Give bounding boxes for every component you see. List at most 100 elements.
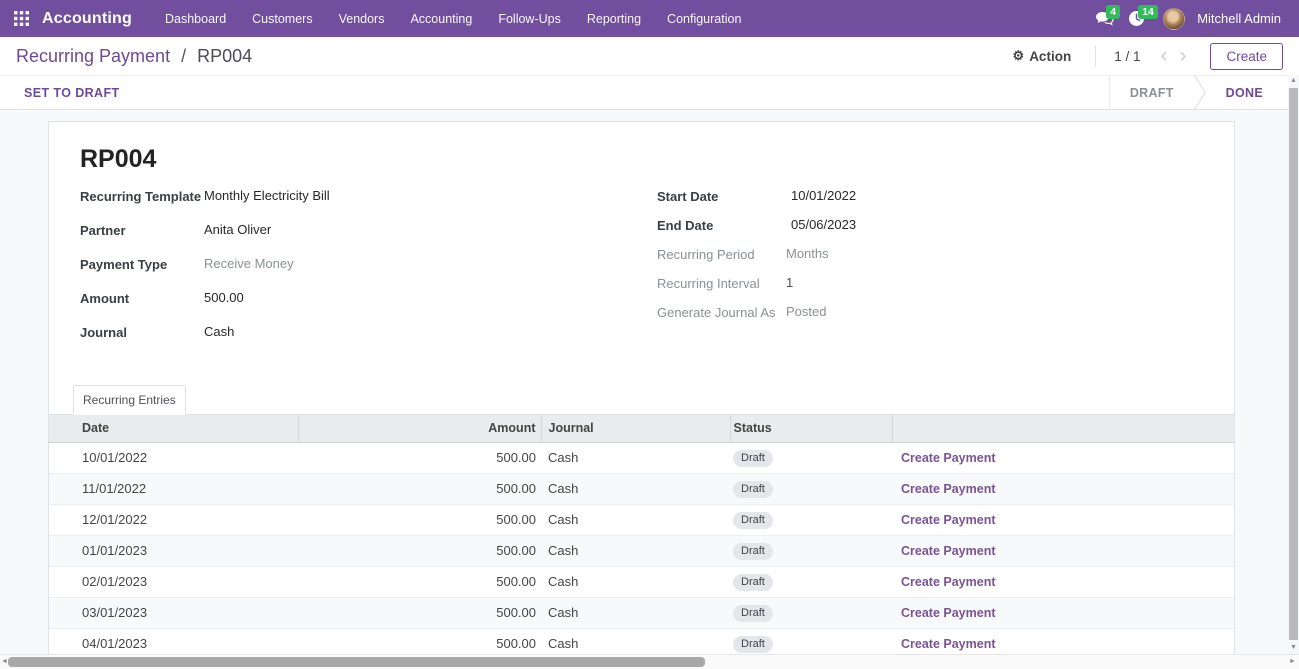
vertical-scrollbar-thumb[interactable] — [1289, 88, 1298, 640]
activities-button[interactable]: 14 — [1125, 8, 1147, 30]
field-value[interactable]: 500.00 — [204, 290, 244, 305]
create-payment-link[interactable]: Create Payment — [901, 606, 996, 620]
scroll-down-icon[interactable]: ▼ — [1288, 642, 1299, 654]
cell-date[interactable]: 02/01/2023 — [49, 566, 298, 597]
field-value[interactable]: Cash — [204, 324, 234, 339]
pager-previous-icon[interactable]: ‹ — [1154, 47, 1173, 65]
cell-amount[interactable]: 500.00 — [298, 535, 541, 566]
app-name[interactable]: Accounting — [42, 10, 132, 28]
user-avatar[interactable] — [1163, 8, 1185, 30]
cell-amount[interactable]: 500.00 — [298, 566, 541, 597]
create-payment-link[interactable]: Create Payment — [901, 637, 996, 651]
cell-amount[interactable]: 500.00 — [298, 504, 541, 535]
column-header-action — [892, 415, 1234, 442]
cell-amount[interactable]: 500.00 — [298, 473, 541, 504]
field-label: Partner — [80, 222, 204, 238]
navbar-right: 4 14 Mitchell Admin — [1093, 8, 1289, 30]
create-payment-link[interactable]: Create Payment — [901, 544, 996, 558]
create-payment-link[interactable]: Create Payment — [901, 513, 996, 527]
field-label: Payment Type — [80, 256, 204, 272]
field-payment-type: Payment Type Receive Money — [80, 256, 657, 276]
table-row[interactable]: 10/01/2022 500.00 Cash Draft Create Paym… — [49, 442, 1234, 473]
horizontal-scrollbar-thumb[interactable] — [8, 657, 705, 667]
pager-next-icon[interactable]: › — [1173, 47, 1192, 65]
cell-date[interactable]: 10/01/2022 — [49, 442, 298, 473]
apps-grid-icon[interactable] — [14, 11, 29, 26]
field-group-left: Recurring Template Monthly Electricity B… — [80, 188, 657, 358]
cell-amount[interactable]: 500.00 — [298, 597, 541, 628]
create-button[interactable]: Create — [1210, 43, 1283, 70]
messages-count-badge: 4 — [1106, 5, 1120, 19]
table-row[interactable]: 11/01/2022 500.00 Cash Draft Create Paym… — [49, 473, 1234, 504]
breadcrumb-current: RP004 — [197, 46, 252, 66]
field-recurring-interval: Recurring Interval 1 — [657, 275, 1203, 295]
field-value[interactable]: Posted — [786, 304, 826, 319]
cell-date[interactable]: 11/01/2022 — [49, 473, 298, 504]
menu-accounting[interactable]: Accounting — [397, 0, 485, 37]
user-menu[interactable]: Mitchell Admin — [1197, 11, 1281, 26]
tab-recurring-entries[interactable]: Recurring Entries — [73, 385, 186, 415]
horizontal-scrollbar[interactable]: ◄ ► — [0, 654, 1299, 669]
column-header-status[interactable]: Status — [730, 415, 892, 442]
action-label: Action — [1029, 49, 1071, 64]
cell-journal[interactable]: Cash — [541, 597, 730, 628]
notebook: Recurring Entries Date Amount Journal St… — [49, 385, 1234, 669]
state-draft[interactable]: DRAFT — [1110, 76, 1194, 109]
state-chevron-icon — [1194, 76, 1206, 109]
vertical-scrollbar[interactable]: ▲ ▼ — [1288, 75, 1299, 654]
field-label: Recurring Period — [657, 246, 786, 262]
field-label: Recurring Template — [80, 188, 204, 204]
cell-journal[interactable]: Cash — [541, 504, 730, 535]
menu-follow-ups[interactable]: Follow-Ups — [485, 0, 574, 37]
menu-reporting[interactable]: Reporting — [574, 0, 654, 37]
scroll-up-icon[interactable]: ▲ — [1288, 75, 1299, 87]
cell-journal[interactable]: Cash — [541, 473, 730, 504]
scroll-right-icon[interactable]: ► — [1289, 655, 1297, 669]
cell-journal[interactable]: Cash — [541, 566, 730, 597]
control-panel: Recurring Payment / RP004 ⚙ Action 1 / 1… — [0, 37, 1299, 76]
table-row[interactable]: 02/01/2023 500.00 Cash Draft Create Paym… — [49, 566, 1234, 597]
create-payment-link[interactable]: Create Payment — [901, 451, 996, 465]
menu-dashboard[interactable]: Dashboard — [152, 0, 239, 37]
set-to-draft-button[interactable]: SET TO DRAFT — [0, 76, 124, 109]
field-value[interactable]: Months — [786, 246, 829, 261]
cell-date[interactable]: 03/01/2023 — [49, 597, 298, 628]
state-done[interactable]: DONE — [1206, 76, 1283, 109]
menu-customers[interactable]: Customers — [239, 0, 325, 37]
cell-journal[interactable]: Cash — [541, 442, 730, 473]
table-row[interactable]: 12/01/2022 500.00 Cash Draft Create Paym… — [49, 504, 1234, 535]
field-amount: Amount 500.00 — [80, 290, 657, 310]
create-payment-link[interactable]: Create Payment — [901, 482, 996, 496]
column-header-amount[interactable]: Amount — [298, 415, 541, 442]
field-value[interactable]: Monthly Electricity Bill — [204, 188, 330, 203]
table-row[interactable]: 03/01/2023 500.00 Cash Draft Create Paym… — [49, 597, 1234, 628]
column-header-date[interactable]: Date — [49, 415, 298, 442]
create-payment-link[interactable]: Create Payment — [901, 575, 996, 589]
field-label: Generate Journal As — [657, 304, 786, 320]
breadcrumb-separator: / — [181, 46, 186, 66]
notebook-tabs: Recurring Entries — [49, 385, 1234, 415]
status-badge: Draft — [733, 450, 773, 467]
status-badge: Draft — [733, 481, 773, 498]
cell-amount[interactable]: 500.00 — [298, 442, 541, 473]
field-groups: Recurring Template Monthly Electricity B… — [80, 188, 1203, 358]
field-value[interactable]: 1 — [786, 275, 793, 290]
field-value[interactable]: 05/06/2023 — [786, 217, 856, 232]
field-value[interactable]: Anita Oliver — [204, 222, 271, 237]
field-value[interactable]: Receive Money — [204, 256, 294, 271]
breadcrumb-parent-link[interactable]: Recurring Payment — [16, 46, 170, 66]
field-end-date: End Date 05/06/2023 — [657, 217, 1203, 237]
field-group-right: Start Date 10/01/2022 End Date 05/06/202… — [657, 188, 1203, 358]
column-header-journal[interactable]: Journal — [541, 415, 730, 442]
cell-date[interactable]: 12/01/2022 — [49, 504, 298, 535]
main-menu: Dashboard Customers Vendors Accounting F… — [152, 0, 754, 37]
cell-journal[interactable]: Cash — [541, 535, 730, 566]
field-value[interactable]: 10/01/2022 — [786, 188, 856, 203]
status-badge: Draft — [733, 512, 773, 529]
table-row[interactable]: 01/01/2023 500.00 Cash Draft Create Paym… — [49, 535, 1234, 566]
menu-vendors[interactable]: Vendors — [326, 0, 398, 37]
messages-button[interactable]: 4 — [1093, 8, 1115, 30]
cell-date[interactable]: 01/01/2023 — [49, 535, 298, 566]
menu-configuration[interactable]: Configuration — [654, 0, 754, 37]
action-menu-button[interactable]: ⚙ Action — [1007, 44, 1078, 68]
